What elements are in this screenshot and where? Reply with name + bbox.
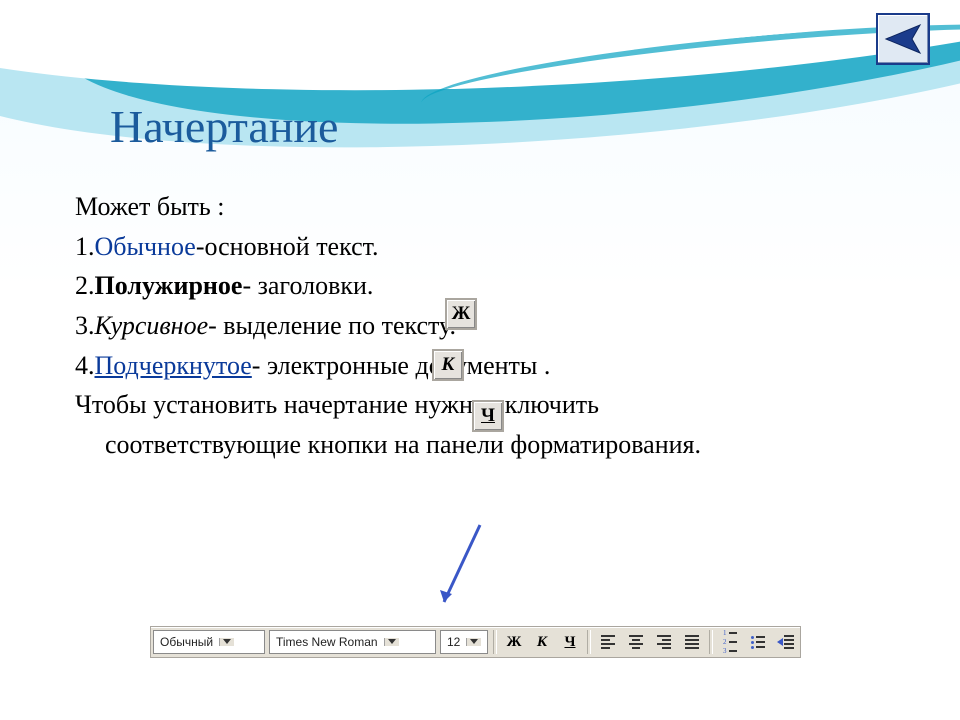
underline-icon: Ч [564, 634, 575, 651]
arrow-left-icon [884, 23, 922, 55]
style-combo-value: Обычный [154, 635, 219, 649]
slide: Начертание Может быть : 1.Обычное-основн… [0, 0, 960, 720]
style-name-regular: Обычное [95, 232, 196, 261]
align-center-icon [629, 635, 643, 649]
back-button[interactable] [876, 13, 930, 65]
toolbar-underline-button[interactable]: Ч [557, 630, 583, 654]
list-item: 4.Подчеркнутое- электронные документы . [75, 347, 895, 385]
numbered-list-button[interactable]: 1 2 3 [717, 630, 743, 654]
bold-icon: Ж [452, 303, 471, 325]
align-left-button[interactable] [595, 630, 621, 654]
font-combo[interactable]: Times New Roman [269, 630, 436, 654]
decrease-indent-icon [778, 635, 794, 649]
size-combo[interactable]: 12 [440, 630, 488, 654]
underline-icon: Ч [481, 405, 495, 427]
numbered-list-icon: 1 2 3 [723, 630, 737, 655]
italic-button[interactable]: К [432, 349, 464, 381]
italic-icon: К [537, 634, 547, 651]
bold-button[interactable]: Ж [445, 298, 477, 330]
style-name-italic: Курсивное [95, 311, 209, 340]
italic-icon: К [442, 354, 455, 376]
page-title: Начертание [110, 100, 338, 153]
style-combo[interactable]: Обычный [153, 630, 265, 654]
bullet-list-icon [751, 636, 765, 649]
bullet-list-button[interactable] [745, 630, 771, 654]
align-justify-icon [685, 635, 699, 649]
align-right-icon [657, 635, 671, 649]
font-combo-value: Times New Roman [270, 635, 384, 649]
chevron-down-icon [466, 638, 481, 646]
style-name-underline: Подчеркнутое [95, 351, 252, 380]
align-center-button[interactable] [623, 630, 649, 654]
align-right-button[interactable] [651, 630, 677, 654]
separator [709, 630, 713, 654]
style-name-bold: Полужирное [95, 271, 243, 300]
intro-line: Может быть : [75, 188, 895, 226]
separator [587, 630, 591, 654]
chevron-down-icon [384, 638, 399, 646]
list-item: 1.Обычное-основной текст. [75, 228, 895, 266]
toolbar-bold-button[interactable]: Ж [501, 630, 527, 654]
pointer-arrow-icon [430, 520, 490, 610]
decrease-indent-button[interactable] [773, 630, 799, 654]
list-item: 2.Полужирное- заголовки. [75, 267, 895, 305]
align-left-icon [601, 635, 615, 649]
size-combo-value: 12 [441, 635, 466, 649]
toolbar-italic-button[interactable]: К [529, 630, 555, 654]
separator [493, 630, 497, 654]
underline-button[interactable]: Ч [472, 400, 504, 432]
formatting-toolbar: Обычный Times New Roman 12 Ж К Ч 1 2 3 [150, 626, 801, 658]
chevron-down-icon [219, 638, 234, 646]
align-justify-button[interactable] [679, 630, 705, 654]
bold-icon: Ж [507, 634, 522, 651]
list-item: 3.Курсивное- выделение по тексту. [75, 307, 895, 345]
